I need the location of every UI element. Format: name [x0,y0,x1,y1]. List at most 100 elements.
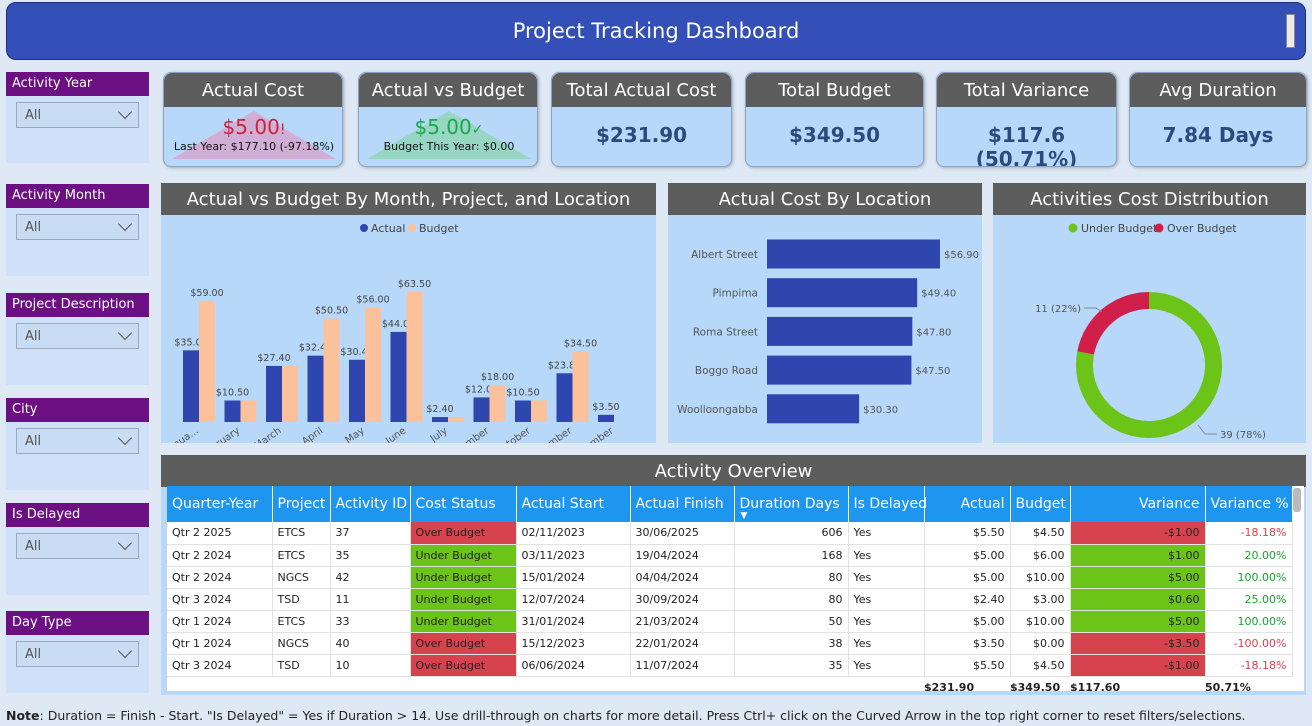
activity-year-dropdown[interactable]: All [16,102,139,128]
slicer-activity-year: Activity Year All [6,72,149,163]
table-row[interactable]: Qtr 1 2024 NGCS 40 Over Budget 15/12/2023 22/… [167,632,1293,655]
table-row[interactable]: Qtr 3 2024 TSD 10 Over Budget 06/06/2024 11/0… [167,654,1293,677]
col-activity-id[interactable]: Activity ID [330,486,411,522]
bar-budget[interactable] [199,301,215,422]
dropdown-value: All [25,433,42,449]
table-row[interactable]: Qtr 2 2024 NGCS 42 Under Budget 15/01/2024 04… [167,566,1293,589]
cell-variance: -$1.00 [1070,522,1206,545]
col-duration-days[interactable]: Duration Days ▼ [734,486,849,522]
activity-month-dropdown[interactable]: All [16,214,139,240]
bar-actual[interactable] [266,365,282,422]
cell-quarter-year: Qtr 3 2024 [167,588,273,611]
table-row[interactable]: Qtr 2 2024 ETCS 35 Under Budget 03/11/2023 19… [167,544,1293,567]
cell-activity-id: 42 [330,566,411,589]
col-budget[interactable]: Budget [1010,486,1071,522]
cell-is-delayed: Yes [848,544,925,567]
kpi-actual-cost[interactable]: Actual Cost $5.00! Last Year: $177.10 (-… [163,72,343,167]
location-value-label: $47.80 [916,327,951,338]
col-actual[interactable]: Actual [924,486,1011,522]
chart-legend[interactable]: Actual Budget [360,222,459,235]
reset-button[interactable] [1286,14,1295,48]
bar-budget[interactable] [406,292,423,422]
location-bar[interactable] [767,394,860,424]
donut-slice-over-budget[interactable] [1077,292,1149,355]
location-bar[interactable] [767,355,912,385]
bar-budget[interactable] [489,385,506,422]
bar-actual[interactable] [224,400,241,422]
location-bar[interactable] [767,278,918,308]
bar-budget[interactable] [531,400,547,422]
cell-activity-id: 11 [330,588,411,611]
slicer-title: Project Description [6,293,149,317]
kpi-actual-vs-budget[interactable]: Actual vs Budget $5.00✓ Budget This Year… [358,72,538,167]
bar-budget[interactable] [448,417,464,422]
col-variance-pct[interactable]: Variance % [1205,486,1293,522]
cell-duration-days: 50 [734,610,849,633]
slicer-title: City [6,398,149,422]
slicer-title: Activity Month [6,184,149,208]
col-actual-finish[interactable]: Actual Finish [630,486,735,522]
bar-actual[interactable] [432,417,448,422]
bar-actual[interactable] [598,414,614,422]
bar-actual[interactable] [473,397,490,422]
x-tick-label: June [383,425,408,443]
kpi-total-budget[interactable]: Total Budget $349.50 [745,72,924,167]
bar-actual[interactable] [183,350,199,422]
col-actual-start[interactable]: Actual Start [516,486,631,522]
location-value-label: $47.50 [915,366,950,377]
cost-distribution-donut[interactable]: Under Budget Over Budget 11 (22%) 39 (78%… [993,215,1306,443]
bar-actual[interactable] [390,331,407,422]
bar-budget[interactable] [365,307,381,422]
bar-budget[interactable] [323,318,340,422]
dropdown-value: All [25,538,42,554]
cell-cost-status: Under Budget [410,544,517,567]
col-variance[interactable]: Variance [1070,486,1206,522]
month-bar-chart[interactable]: Actual Budget $35.00$59.00Janua...$10.50… [161,215,656,466]
bar-actual[interactable] [307,355,324,422]
day-type-dropdown[interactable]: All [16,641,139,667]
cell-actual: $5.00 [924,610,1011,633]
total-actual: $231.90 [924,675,1010,691]
kpi-total-actual-cost[interactable]: Total Actual Cost $231.90 [551,72,732,167]
cell-quarter-year: Qtr 2 2024 [167,566,273,589]
data-label: $3.50 [592,402,619,413]
kpi-value: $349.50 [788,123,881,147]
table-row[interactable]: Qtr 1 2024 ETCS 33 Under Budget 31/01/2024 21… [167,610,1293,633]
kpi-title: Actual vs Budget [359,73,537,107]
bar-budget[interactable] [572,351,589,422]
col-project[interactable]: Project [272,486,331,522]
kpi-avg-duration[interactable]: Avg Duration 7.84 Days [1129,72,1307,167]
dashboard-title: Project Tracking Dashboard [512,19,800,43]
table-row[interactable]: Qtr 3 2024 TSD 11 Under Budget 12/07/2024 30/… [167,588,1293,611]
bar-actual[interactable] [515,400,531,422]
table-scrollbar[interactable] [1293,488,1301,512]
table-total-row: $231.90 $349.50 $117.60 50.71% [167,675,1292,691]
project-description-dropdown[interactable]: All [16,323,139,349]
location-bar-chart[interactable]: Albert Street $56.90 Pimpima $49.40 Roma Str… [668,215,982,443]
bar-budget[interactable] [240,400,257,422]
cell-variance: -$3.50 [1070,632,1206,655]
bar-actual[interactable] [349,359,365,422]
location-value-label: $49.40 [921,289,956,300]
kpi-subtext: Budget This Year: $0.00 [383,140,515,153]
city-dropdown[interactable]: All [16,428,139,454]
location-bar[interactable] [767,239,940,269]
col-quarter-year[interactable]: Quarter-Year [167,486,273,522]
data-label: $63.50 [398,279,431,290]
col-is-delayed[interactable]: Is Delayed [848,486,927,522]
kpi-title: Actual Cost [164,73,342,107]
table-row[interactable]: Qtr 2 2025 ETCS 37 Over Budget 02/11/2023 30/… [167,522,1293,545]
is-delayed-dropdown[interactable]: All [16,533,139,559]
kpi-total-variance[interactable]: Total Variance $117.6 (50.71%) [936,72,1117,167]
col-cost-status[interactable]: Cost Status [410,486,517,522]
data-label: $50.50 [315,306,348,317]
chart-legend[interactable]: Under Budget Over Budget [1068,222,1238,235]
cell-variance: $5.00 [1070,566,1206,589]
cell-actual-start: 12/07/2024 [516,588,631,611]
cell-variance: -$1.00 [1070,654,1206,677]
bar-actual[interactable] [556,373,573,422]
cell-cost-status: Under Budget [410,588,517,611]
location-bar[interactable] [767,316,913,346]
bar-budget[interactable] [282,365,298,422]
activity-table-container[interactable]: Quarter-Year Project Activity ID Cost St… [167,486,1304,691]
